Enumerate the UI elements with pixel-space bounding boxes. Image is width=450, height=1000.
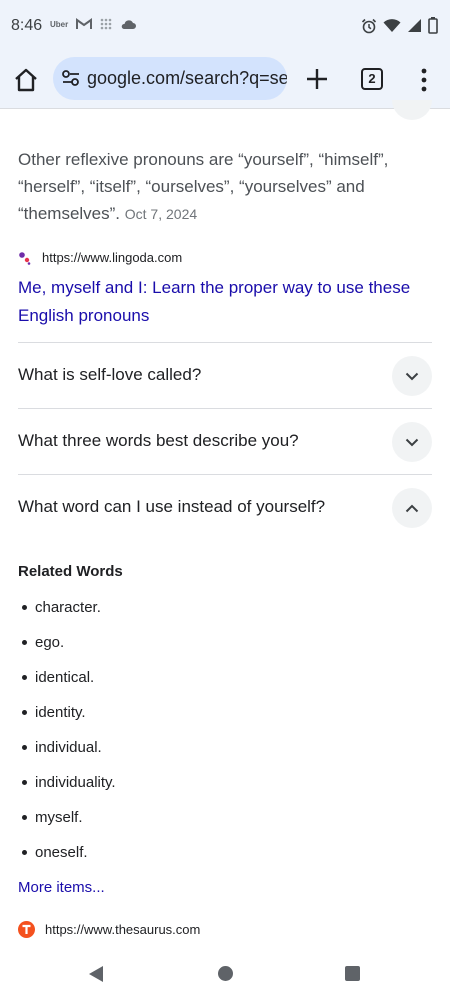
- system-nav-bar: [0, 950, 450, 1000]
- list-item: individuality.: [18, 765, 116, 800]
- tab-switcher-button[interactable]: 2: [361, 68, 383, 90]
- chevron-up-icon[interactable]: [392, 488, 432, 528]
- faq-item-three-words[interactable]: What three words best describe you?: [18, 408, 432, 475]
- faq-question[interactable]: What word can I use instead of yourself?: [18, 497, 325, 517]
- status-bar: 8:46 Uber: [0, 0, 450, 52]
- browser-toolbar: google.com/search?q=se 2: [0, 52, 450, 109]
- notification-icons: Uber: [50, 18, 137, 30]
- url-text[interactable]: google.com/search?q=se: [87, 68, 287, 89]
- gmail-icon: [76, 18, 93, 29]
- signal-icon: [408, 19, 421, 32]
- chevron-down-icon[interactable]: [392, 356, 432, 396]
- faq-item-self-love[interactable]: What is self-love called?: [18, 342, 432, 409]
- related-words-list: character. ego. identical. identity. ind…: [18, 590, 116, 870]
- address-bar[interactable]: google.com/search?q=se: [53, 57, 287, 100]
- list-item: ego.: [18, 625, 116, 660]
- more-options-icon[interactable]: [414, 66, 434, 94]
- status-time: 8:46: [11, 17, 43, 34]
- snippet-text: Other reflexive pronouns are “yourself”,…: [18, 150, 389, 223]
- source-url[interactable]: https://www.thesaurus.com: [45, 922, 200, 937]
- list-item: individual.: [18, 730, 116, 765]
- system-icons: [361, 17, 438, 34]
- thesaurus-logo-icon: [18, 921, 35, 938]
- source-url[interactable]: https://www.lingoda.com: [42, 250, 182, 265]
- site-settings-icon[interactable]: [61, 69, 81, 87]
- chevron-down-icon[interactable]: [392, 422, 432, 462]
- back-icon[interactable]: [88, 965, 104, 983]
- lingoda-logo-icon: [19, 251, 31, 265]
- faq-question[interactable]: What three words best describe you?: [18, 431, 299, 451]
- related-words-heading: Related Words: [18, 563, 123, 580]
- uber-notification-icon: Uber: [50, 19, 69, 29]
- battery-icon: [428, 17, 438, 34]
- faq-question[interactable]: What is self-love called?: [18, 365, 201, 385]
- home-icon[interactable]: [12, 66, 40, 94]
- list-item: myself.: [18, 800, 116, 835]
- snippet-date: Oct 7, 2024: [124, 206, 198, 222]
- collapse-chip-partial[interactable]: [392, 100, 432, 120]
- recents-icon[interactable]: [345, 966, 360, 981]
- faq-item-instead-of-yourself[interactable]: What word can I use instead of yourself?: [18, 474, 432, 541]
- new-tab-icon[interactable]: [304, 66, 330, 92]
- list-item: identity.: [18, 695, 116, 730]
- more-items-link[interactable]: More items...: [18, 879, 105, 896]
- list-item: oneself.: [18, 835, 116, 870]
- cloud-icon: [121, 19, 137, 29]
- list-item: identical.: [18, 660, 116, 695]
- result-source[interactable]: https://www.lingoda.com: [18, 250, 182, 265]
- grid-icon: [100, 18, 112, 30]
- featured-snippet: Other reflexive pronouns are “yourself”,…: [18, 146, 428, 228]
- wifi-icon: [383, 18, 401, 32]
- next-result-source[interactable]: https://www.thesaurus.com: [18, 921, 200, 938]
- home-nav-icon[interactable]: [218, 966, 233, 981]
- alarm-icon: [361, 18, 377, 33]
- list-item: character.: [18, 590, 116, 625]
- result-title-link[interactable]: Me, myself and I: Learn the proper way t…: [18, 274, 438, 330]
